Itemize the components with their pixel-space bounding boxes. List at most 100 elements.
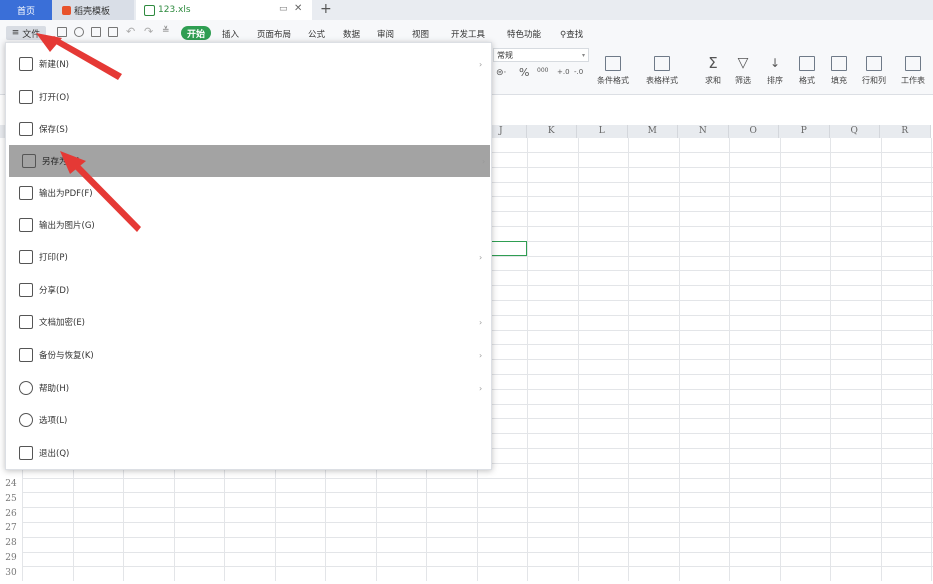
filter-icon: ▽ xyxy=(737,55,749,71)
percent-button[interactable]: % xyxy=(519,66,529,79)
pin-icon[interactable]: ▭ xyxy=(279,4,288,14)
column-header[interactable]: K xyxy=(526,125,577,138)
menu-item-label: 另存为(A) xyxy=(42,157,80,167)
filter-button[interactable]: ▽ 筛选 xyxy=(735,56,751,86)
row-header[interactable]: 30 xyxy=(0,568,22,578)
column-header[interactable]: O xyxy=(728,125,779,138)
settings-icon xyxy=(19,413,33,427)
menu-item[interactable]: 分享(D) xyxy=(6,274,491,306)
tab-insert[interactable]: 插入 xyxy=(222,28,239,40)
grid-hline xyxy=(22,507,933,508)
menu-item[interactable]: 保存(S) xyxy=(6,113,491,145)
row-header[interactable]: 27 xyxy=(0,523,22,533)
menu-item[interactable]: 新建(N) › xyxy=(6,48,491,80)
redo-icon[interactable]: ↷ xyxy=(144,25,153,38)
row-header[interactable]: 26 xyxy=(0,509,22,519)
fill-button[interactable]: 填充 xyxy=(831,56,847,86)
format-icon xyxy=(799,56,815,71)
search-button[interactable]: ⚲查找 xyxy=(560,28,583,40)
menu-item-label: 帮助(H) xyxy=(39,384,70,394)
column-header[interactable]: N xyxy=(678,125,729,138)
format-button[interactable]: 格式 xyxy=(799,56,815,86)
number-format-value: 常规 xyxy=(497,50,513,60)
menu-item-label: 输出为图片(G) xyxy=(39,221,95,231)
grid-hline xyxy=(22,552,933,553)
print-icon xyxy=(19,250,33,264)
row-header[interactable]: 29 xyxy=(0,553,22,563)
sum-button[interactable]: Σ 求和 xyxy=(705,56,721,86)
quick-export-icon[interactable] xyxy=(74,27,84,37)
row-header[interactable]: 25 xyxy=(0,494,22,504)
table-style-button[interactable]: 表格样式 xyxy=(646,56,678,86)
table-style-label: 表格样式 xyxy=(646,76,678,85)
sort-button[interactable]: ↓ 排序 xyxy=(767,56,783,86)
menu-item[interactable]: 打印(P) › xyxy=(6,241,491,273)
menu-item[interactable]: 选项(L) xyxy=(6,404,491,436)
tab-view[interactable]: 视图 xyxy=(412,28,429,40)
menu-item[interactable]: 打开(O) xyxy=(6,81,491,113)
sort-icon: ↓ xyxy=(769,56,781,70)
decrease-decimal-icon[interactable]: -.0 xyxy=(574,68,583,76)
menu-item[interactable]: 退出(Q) xyxy=(6,437,491,469)
docer-logo-icon xyxy=(62,5,71,15)
menu-item[interactable]: 帮助(H) › xyxy=(6,372,491,404)
menu-item[interactable]: 备份与恢复(K) › xyxy=(6,339,491,371)
grid-hline xyxy=(22,478,933,479)
tab-review[interactable]: 审阅 xyxy=(377,28,394,40)
column-header[interactable]: P xyxy=(779,125,830,138)
menu-item-label: 分享(D) xyxy=(39,286,70,296)
menu-item[interactable]: 文档加密(E) › xyxy=(6,306,491,338)
conditional-format-button[interactable]: 条件格式 xyxy=(597,56,629,86)
format-label: 格式 xyxy=(799,76,815,85)
column-header[interactable]: Q xyxy=(829,125,880,138)
tab-special[interactable]: 特色功能 xyxy=(507,28,541,40)
quick-save-icon[interactable] xyxy=(57,27,67,37)
quick-preview-icon[interactable] xyxy=(108,27,118,37)
tab-dev-tools[interactable]: 开发工具 xyxy=(451,28,485,40)
tab-home[interactable]: 首页 xyxy=(0,0,52,20)
menu-item-label: 退出(Q) xyxy=(39,449,70,459)
tab-formula[interactable]: 公式 xyxy=(308,28,325,40)
menu-item-label: 保存(S) xyxy=(39,125,69,135)
column-header[interactable]: M xyxy=(627,125,678,138)
grid-hline xyxy=(22,566,933,567)
tab-page-layout[interactable]: 页面布局 xyxy=(257,28,291,40)
currency-icon[interactable]: ⊜· xyxy=(496,68,506,78)
new-file-icon xyxy=(19,57,33,71)
menu-item[interactable]: 输出为图片(G) xyxy=(6,209,491,241)
tab-file[interactable]: 123.xls ▭ ✕ xyxy=(136,0,312,20)
menu-item-label: 备份与恢复(K) xyxy=(39,351,94,361)
increase-decimal-icon[interactable]: +.0 xyxy=(557,68,570,76)
encrypt-icon xyxy=(19,315,33,329)
row-header[interactable]: 24 xyxy=(0,479,22,489)
sigma-icon: Σ xyxy=(708,54,718,72)
save-icon xyxy=(19,122,33,136)
file-menu-dropdown: 新建(N) › 打开(O) 保存(S) 另存为(A) › 输出为PDF(F) 输出为图片(G)… xyxy=(5,42,492,470)
filter-label: 筛选 xyxy=(735,76,751,85)
sum-label: 求和 xyxy=(705,76,721,85)
thousands-button[interactable]: 000 xyxy=(537,67,548,74)
tab-data[interactable]: 数据 xyxy=(343,28,360,40)
row-col-button[interactable]: 行和列 xyxy=(862,56,886,86)
worksheet-label: 工作表 xyxy=(901,76,925,85)
menu-item[interactable]: 另存为(A) › xyxy=(9,145,490,177)
row-header[interactable]: 28 xyxy=(0,538,22,548)
customize-icon[interactable]: ≚ xyxy=(162,26,170,36)
column-header[interactable]: R xyxy=(880,125,931,138)
grid-hline xyxy=(22,492,933,493)
quick-print-icon[interactable] xyxy=(91,27,101,37)
menu-item[interactable]: 输出为PDF(F) xyxy=(6,177,491,209)
number-format-select[interactable]: 常规 ▾ xyxy=(493,48,589,62)
new-tab-icon[interactable]: + xyxy=(320,1,332,17)
conditional-format-icon xyxy=(605,56,621,71)
tab-start[interactable]: 开始 xyxy=(181,26,211,40)
column-header[interactable]: L xyxy=(577,125,628,138)
worksheet-button[interactable]: 工作表 xyxy=(901,56,925,86)
menu-item-label: 选项(L) xyxy=(39,416,68,426)
close-tab-icon[interactable]: ✕ xyxy=(294,3,302,14)
tab-template[interactable]: 稻壳模板 xyxy=(52,0,134,20)
undo-icon[interactable]: ↶ xyxy=(126,25,135,38)
grid-hline xyxy=(22,537,933,538)
save-as-icon xyxy=(22,154,36,168)
file-menu-button[interactable]: ≡ 文件 xyxy=(6,26,46,40)
